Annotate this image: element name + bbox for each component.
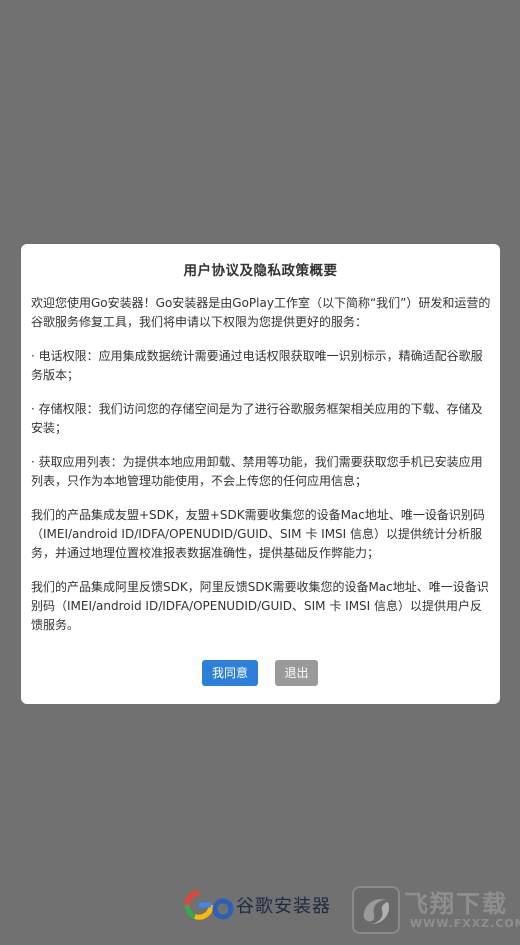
- dialog-body: 欢迎您使用Go安装器！Go安装器是由GoPlay工作室（以下简称“我们”）研发和…: [31, 294, 491, 650]
- exit-button[interactable]: 退出: [275, 660, 318, 686]
- dialog-paragraph-umeng-sdk: 我们的产品集成友盟+SDK，友盟+SDK需要收集您的设备Mac地址、唯一设备识别…: [31, 508, 485, 560]
- dialog-paragraph-intro: 欢迎您使用Go安装器！Go安装器是由GoPlay工作室（以下简称“我们”）研发和…: [31, 296, 491, 329]
- agree-button[interactable]: 我同意: [202, 660, 258, 686]
- dialog-paragraph-storage-permission: · 存储权限：我们访问您的存储空间是为了进行谷歌服务框架相关应用的下载、存储及安…: [31, 402, 483, 435]
- watermark-badge-icon: [352, 886, 400, 934]
- dialog-paragraph-phone-permission: · 电话权限：应用集成数据统计需要通过电话权限获取唯一识别标示，精确适配谷歌服务…: [31, 349, 483, 382]
- dialog-actions: 我同意 退出: [21, 660, 500, 686]
- dialog-paragraph-app-list: · 获取应用列表：为提供本地应用卸载、禁用等功能，我们需要获取您手机已安装应用列…: [31, 455, 483, 488]
- brand-name: 谷歌安装器: [236, 896, 331, 917]
- go-logo-icon: [184, 890, 234, 920]
- privacy-dialog: 用户协议及隐私政策概要 欢迎您使用Go安装器！Go安装器是由GoPlay工作室（…: [21, 244, 500, 704]
- brand-footer: 谷歌安装器: [182, 887, 331, 923]
- watermark-url: WWW.FXXZ.COM: [410, 917, 520, 930]
- watermark-swirl-icon: [363, 899, 390, 924]
- dialog-title: 用户协议及隐私政策概要: [183, 263, 338, 279]
- watermark-text: 飞翔下载: [404, 890, 508, 918]
- dialog-paragraph-ali-sdk: 我们的产品集成阿里反馈SDK，阿里反馈SDK需要收集您的设备Mac地址、唯一设备…: [31, 580, 489, 632]
- watermark: 飞翔下载 WWW.FXXZ.COM: [352, 884, 520, 936]
